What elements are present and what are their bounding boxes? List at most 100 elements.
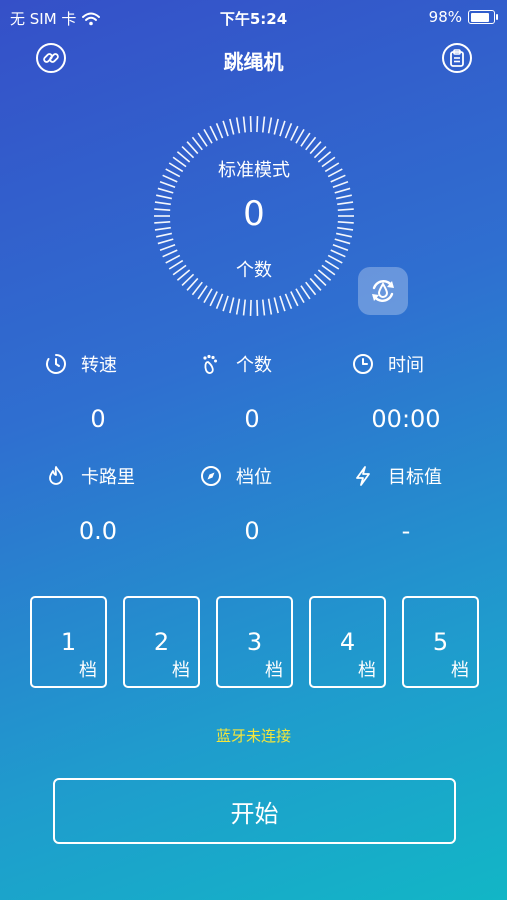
battery-icon <box>468 10 498 24</box>
dial-tick <box>290 125 299 141</box>
footprint-icon <box>203 354 217 374</box>
dial-tick <box>215 293 224 310</box>
dial-tick <box>209 291 218 307</box>
dial-tick <box>273 297 279 314</box>
dial-tick <box>203 288 213 304</box>
dial-tick <box>305 136 317 151</box>
gear-number: 5 <box>432 628 449 656</box>
dial-tick <box>222 120 229 137</box>
dial-tick <box>256 116 259 133</box>
stat-speed-value: 0 <box>90 405 106 433</box>
speed-icon <box>46 354 66 374</box>
gear-unit: 档 <box>358 660 376 681</box>
count-value: 0 <box>243 194 265 234</box>
dial-tick <box>235 298 241 315</box>
dial-tick <box>235 117 241 134</box>
gear-button-5[interactable]: 5 档 <box>402 596 479 688</box>
dial-tick <box>159 181 176 189</box>
lightning-icon <box>356 466 370 486</box>
stat-target: 目标值 <box>352 463 442 489</box>
stat-calories-label: 卡路里 <box>81 467 135 488</box>
stat-time-label: 时间 <box>388 355 424 376</box>
dial-tick <box>300 285 311 300</box>
stat-count-label: 个数 <box>236 355 272 376</box>
stat-time: 时间 <box>352 351 424 377</box>
count-unit: 个数 <box>236 260 272 281</box>
dial-tick <box>279 295 286 312</box>
gear-unit: 档 <box>79 660 97 681</box>
dial-tick <box>191 136 203 151</box>
stat-speed: 转速 <box>45 351 117 377</box>
stat-calories-value: 0.0 <box>78 517 118 545</box>
gear-unit: 档 <box>265 660 283 681</box>
dial-tick <box>157 187 174 194</box>
dial-tick <box>209 125 218 141</box>
nav-bar: 跳绳机 <box>0 40 507 80</box>
stat-gear-value: 0 <box>244 517 260 545</box>
stat-speed-label: 转速 <box>81 355 117 376</box>
gear-unit: 档 <box>172 660 190 681</box>
start-button-label: 开始 <box>230 799 279 828</box>
dial-tick <box>229 118 235 135</box>
dial-tick <box>229 297 235 314</box>
stat-target-label: 目标值 <box>388 467 442 488</box>
dial-tick <box>197 285 208 300</box>
status-bar: 无 SIM 卡 下午5:24 98% <box>0 0 507 34</box>
dial-tick <box>261 299 266 316</box>
count-dial: 标准模式 0 个数 <box>152 114 356 318</box>
mode-label: 标准模式 <box>218 160 290 181</box>
dial-tick <box>300 132 311 147</box>
dial-tick <box>159 243 176 251</box>
stat-gear: 档位 <box>200 463 272 489</box>
dial-tick <box>295 128 305 144</box>
stat-gear-label: 档位 <box>236 467 272 488</box>
gear-button-3[interactable]: 3 档 <box>216 596 293 688</box>
dial-tick <box>249 299 252 316</box>
stat-count: 个数 <box>200 351 272 377</box>
dial-tick <box>191 281 203 296</box>
dial-tick <box>279 120 286 137</box>
dial-tick <box>309 141 322 155</box>
start-button[interactable]: 开始 <box>53 778 456 844</box>
gear-number: 1 <box>60 628 77 656</box>
stat-calories: 卡路里 <box>45 463 135 489</box>
gear-number: 3 <box>246 628 263 656</box>
dial-tick <box>267 298 273 315</box>
dial-tick <box>334 238 351 245</box>
stat-count-value: 0 <box>244 405 260 433</box>
bluetooth-status: 蓝牙未连接 <box>215 727 291 745</box>
dial-tick <box>332 181 349 189</box>
dial-tick <box>222 295 229 312</box>
dial-tick <box>249 116 252 133</box>
mode-switch-button[interactable] <box>358 267 408 315</box>
records-button[interactable] <box>442 43 472 73</box>
stat-time-value: 00:00 <box>371 405 441 433</box>
flame-icon <box>49 466 63 485</box>
gear-number: 2 <box>153 628 170 656</box>
clock-icon <box>353 354 373 374</box>
status-right: 98% <box>428 8 498 26</box>
gear-button-4[interactable]: 4 档 <box>309 596 386 688</box>
dial-tick <box>242 299 247 316</box>
dial-tick <box>284 122 293 139</box>
dial-tick <box>284 293 293 310</box>
dial-tick <box>186 141 199 155</box>
gear-number: 4 <box>339 628 356 656</box>
dial-tick <box>332 243 349 251</box>
dial-tick <box>197 132 208 147</box>
dial-tick <box>215 122 224 139</box>
dial-tick <box>203 128 213 144</box>
dial-tick <box>242 116 247 133</box>
dial-tick <box>290 291 299 307</box>
gear-button-1[interactable]: 1 档 <box>30 596 107 688</box>
dial-tick <box>273 118 279 135</box>
stat-target-value: - <box>401 517 411 545</box>
gear-button-2[interactable]: 2 档 <box>123 596 200 688</box>
dial-tick <box>267 117 273 134</box>
battery-percent: 98% <box>428 8 462 26</box>
dial-tick <box>261 116 266 133</box>
dial-tick <box>157 238 174 245</box>
dial-tick <box>305 281 317 296</box>
clipboard-icon <box>450 49 464 67</box>
dial-tick <box>256 299 259 316</box>
